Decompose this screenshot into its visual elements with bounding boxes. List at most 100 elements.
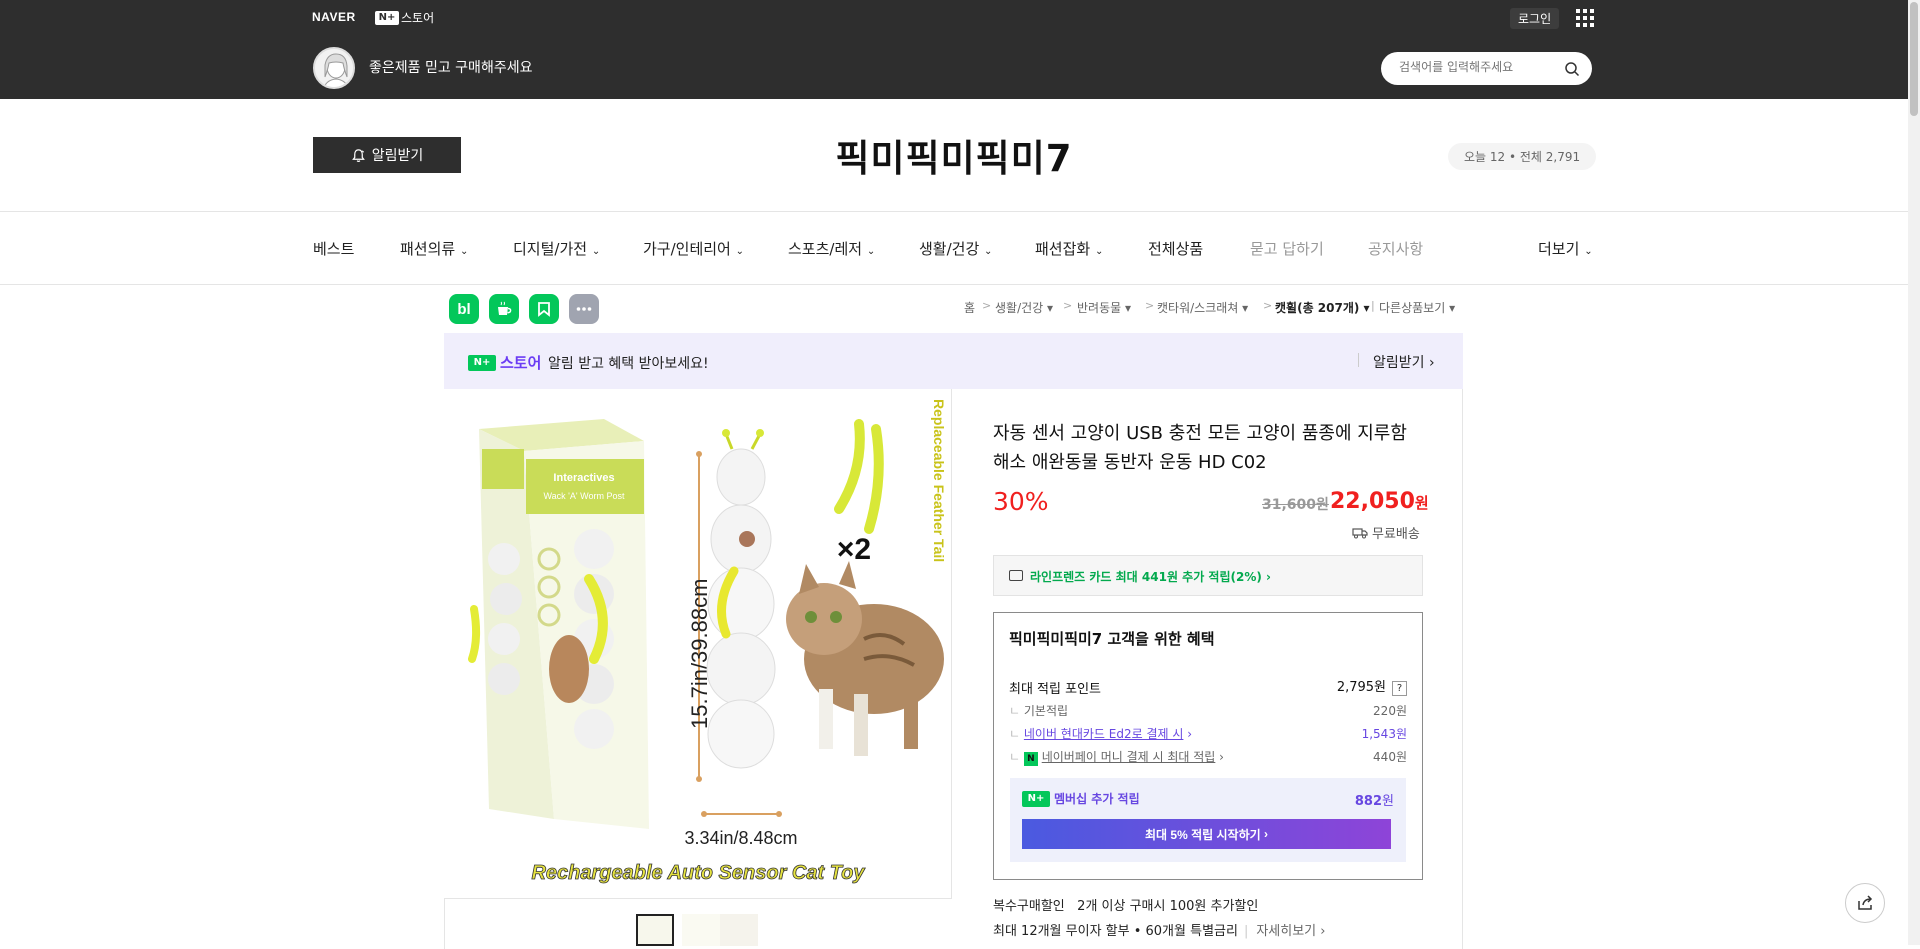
naver-logo[interactable]: NAVER (312, 10, 356, 24)
installment-text: 최대 12개월 무이자 할부 • 60개월 특별금리 (993, 924, 1238, 939)
nav-item-all-products[interactable]: 전체상품 (1148, 238, 1203, 259)
nav-item-fashion[interactable]: 패션의류 ⌄ (400, 238, 468, 259)
thumbnail-1[interactable] (636, 914, 674, 946)
bookmark-share-icon[interactable] (529, 294, 559, 324)
more-link-label: 자세히보기 (1256, 924, 1317, 939)
nav-item-digital[interactable]: 디지털/가전 ⌄ (513, 238, 600, 259)
price-unit: 원 (1414, 494, 1429, 512)
crumb-label: 캣타워/스크래쳐 (1157, 301, 1239, 315)
breadcrumb-cat-wheel[interactable]: 캣휠(총 207개) ▾ (1275, 299, 1370, 316)
more-share-icon[interactable] (569, 294, 599, 324)
chevron-down-icon: ⌄ (1584, 246, 1593, 257)
chevron-right-icon: › (1428, 355, 1435, 371)
breadcrumb-living[interactable]: 생활/건강 ▾ (995, 299, 1053, 316)
search-input[interactable] (1399, 60, 1559, 74)
chevron-down-icon: ⌄ (735, 246, 745, 257)
benefit-row-npay[interactable]: ㄴ N 네이버페이 머니 결제 시 최대 적립 › (1009, 748, 1224, 766)
membership-value: 882원 (1355, 790, 1394, 809)
membership-start-button[interactable]: 최대 5% 적립 시작하기 › (1022, 819, 1391, 849)
nav-item-notice[interactable]: 공지사항 (1368, 238, 1423, 259)
nav-item-qna[interactable]: 묻고 답하기 (1250, 238, 1324, 259)
benefit-row-label[interactable]: 네이버 현대카드 Ed2로 결제 시 (1024, 727, 1184, 741)
sale-price: 22,050원 (1330, 489, 1429, 514)
crumb-label: 생활/건강 (995, 301, 1044, 315)
chevron-down-icon: ⌄ (984, 246, 993, 257)
breadcrumb-separator-icon: > (1063, 299, 1073, 312)
store-logo-text: 스토어 (500, 354, 542, 372)
chevron-down-icon: ⌄ (459, 246, 469, 257)
card-benefit-label: 라인프렌즈 카드 최대 441원 추가 적립(2%) (1030, 570, 1262, 584)
thumbnail-2[interactable] (682, 914, 720, 946)
credit-card-icon (1009, 570, 1023, 581)
benefit-row-basic: ㄴ 기본적립 (1009, 704, 1069, 718)
nav-item-sports[interactable]: 스포츠/레저 ⌄ (788, 238, 875, 259)
store-avatar[interactable] (313, 47, 355, 89)
breadcrumb-pets[interactable]: 반려동물 ▾ (1077, 299, 1131, 316)
truck-icon (1352, 527, 1368, 538)
shipping-info: 무료배송 (1352, 523, 1420, 542)
store-alarm-button[interactable]: 알림받기 (313, 137, 461, 173)
nav-label: 더보기 (1538, 240, 1580, 258)
scrollbar-thumb[interactable] (1910, 2, 1918, 116)
breadcrumb-other-products[interactable]: 다른상품보기 ▾ (1379, 299, 1455, 316)
blog-share-icon[interactable]: bl (449, 294, 479, 324)
nav-item-more[interactable]: 더보기 ⌄ (1538, 238, 1593, 259)
store-logo-box: N+ (375, 10, 399, 25)
apps-grid-icon[interactable] (1576, 9, 1594, 27)
visitor-count: 오늘 12 • 전체 2,791 (1448, 143, 1597, 170)
membership-box: N+ 멤버십 추가 적립 882원 최대 5% 적립 시작하기 › (1010, 778, 1406, 862)
nav-item-accessories[interactable]: 패션잡화 ⌄ (1035, 238, 1103, 259)
floating-share-button[interactable] (1845, 883, 1885, 923)
top-header: NAVER N+ 스토어 로그인 좋은제품 믿고 구매해주세요 (0, 0, 1920, 99)
product-main-image[interactable]: Interactives Wack 'A' Worm Post 15.7in/3… (444, 389, 952, 899)
alarm-button-label: 알림받기 (371, 147, 424, 163)
benefit-panel: 픽미픽미픽미7 고객을 위한 혜택 최대 적립 포인트 2,795원? ㄴ 기본… (993, 612, 1423, 880)
npay-icon: N (1023, 752, 1038, 766)
page-scrollbar[interactable] (1908, 0, 1920, 945)
crumb-label: 다른상품보기 (1379, 301, 1446, 315)
multiplier-label: ×2 (837, 533, 871, 566)
divider (1358, 353, 1359, 367)
benefit-row-hyundai-value: 1,543원 (1361, 727, 1407, 741)
help-icon[interactable]: ? (1392, 681, 1407, 696)
max-points-label: 최대 적립 포인트 (1009, 682, 1101, 697)
divider (0, 211, 1908, 212)
benefit-row-hyundai[interactable]: ㄴ 네이버 현대카드 Ed2로 결제 시 › (1009, 725, 1192, 742)
cafe-share-icon[interactable] (489, 294, 519, 324)
max-points-amount: 2,795원 (1336, 680, 1386, 695)
nav-item-furniture[interactable]: 가구/인테리어 ⌄ (643, 238, 744, 259)
price-value: 22,050 (1330, 489, 1415, 514)
installment-more-link[interactable]: 자세히보기 › (1256, 924, 1325, 939)
thumbnail-3[interactable] (720, 914, 758, 946)
nav-item-living[interactable]: 생활/건강 ⌄ (919, 238, 992, 259)
benefit-row-npay-value: 440원 (1373, 750, 1407, 764)
more-icon (576, 307, 592, 311)
store-logo-box: N+ (468, 354, 496, 371)
naver-store-logo[interactable]: N+ 스토어 (375, 9, 434, 26)
promo-text: 알림 받고 혜택 받아보세요! (548, 356, 709, 372)
chevron-down-icon: ⌄ (1094, 246, 1104, 257)
search-box[interactable] (1381, 52, 1592, 85)
login-button[interactable]: 로그인 (1510, 8, 1560, 29)
search-icon[interactable] (1564, 61, 1580, 77)
benefit-row-label: 기본적립 (1023, 704, 1069, 718)
store-logo-text: 스토어 (401, 11, 435, 25)
max-points-value: 2,795원? (1337, 676, 1407, 696)
membership-button-label: 최대 5% 적립 시작하기 (1144, 827, 1261, 842)
membership-unit: 원 (1382, 794, 1394, 809)
breadcrumb-home[interactable]: 홈 (964, 299, 975, 316)
discount-rate: 30% (993, 487, 1049, 516)
card-benefit-box[interactable]: 라인프렌즈 카드 최대 441원 추가 적립(2%) › (993, 555, 1423, 596)
nav-label: 디지털/가전 (513, 240, 588, 258)
store-title[interactable]: 픽미픽미픽미7 (700, 128, 1208, 182)
breadcrumb-cat-tower[interactable]: 캣타워/스크래쳐 ▾ (1157, 299, 1248, 316)
installment-info: 최대 12개월 무이자 할부 • 60개월 특별금리 | 자세히보기 › (993, 924, 1326, 939)
breadcrumb-separator-icon: | (1371, 299, 1375, 312)
nav-item-best[interactable]: 베스트 (313, 238, 354, 259)
benefit-row-label[interactable]: 네이버페이 머니 결제 시 최대 적립 (1042, 750, 1216, 764)
store-tagline: 좋은제품 믿고 구매해주세요 (369, 60, 533, 76)
promo-alarm-link[interactable]: 알림받기 › (1373, 352, 1435, 372)
multi-purchase-discount: 복수구매할인 2개 이상 구매시 100원 추가할인 (993, 895, 1258, 914)
nav-label: 패션잡화 (1035, 240, 1091, 258)
crumb-label: 캣휠(총 207개) (1275, 301, 1360, 315)
